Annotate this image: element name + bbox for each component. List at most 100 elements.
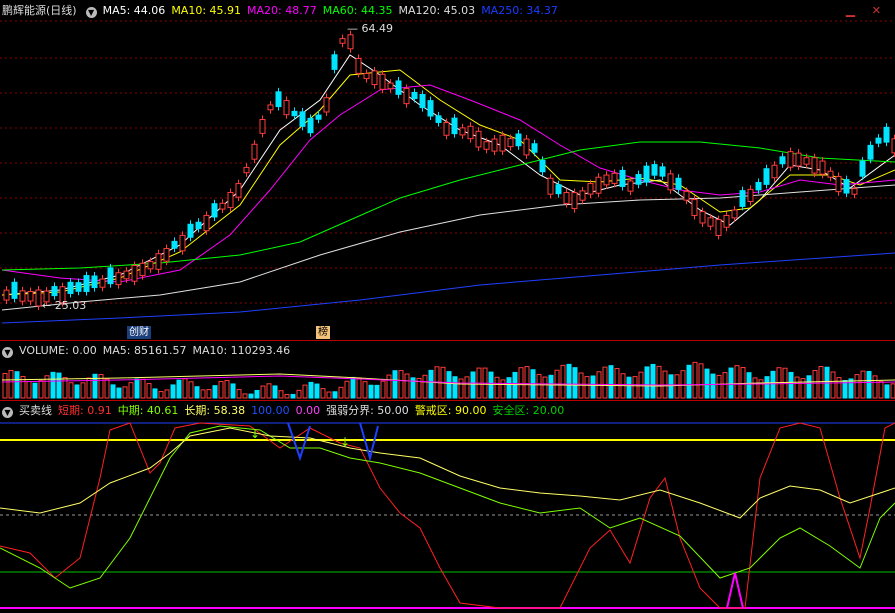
candle bbox=[747, 188, 754, 202]
volume-bar bbox=[140, 378, 146, 399]
short-term-value: 短期: 0.91 bbox=[58, 404, 112, 417]
candle bbox=[187, 223, 194, 238]
volume-bar bbox=[80, 382, 86, 399]
candle bbox=[419, 94, 426, 109]
volume-bar bbox=[560, 364, 566, 399]
candle bbox=[107, 267, 114, 285]
candle bbox=[403, 87, 410, 105]
volume-bar bbox=[866, 370, 872, 399]
candle bbox=[163, 247, 170, 262]
volume-bar bbox=[200, 389, 206, 399]
candle bbox=[563, 192, 570, 204]
level-100-value: 100.00 bbox=[251, 404, 290, 417]
indicator-chart[interactable]: ↓↓ bbox=[0, 418, 895, 613]
candle bbox=[587, 183, 594, 195]
volume-bar bbox=[128, 382, 134, 399]
event-badge-1[interactable]: 创财 bbox=[127, 326, 151, 339]
volume-bar bbox=[860, 370, 866, 399]
candle bbox=[763, 168, 770, 185]
volume-bar bbox=[542, 376, 548, 399]
volume-bar bbox=[590, 375, 596, 399]
volume-bar bbox=[794, 376, 800, 399]
volume-bar bbox=[704, 368, 710, 399]
candle bbox=[339, 38, 346, 44]
candle bbox=[315, 114, 322, 120]
volume-bar bbox=[422, 374, 428, 399]
price-panel-header: 鹏辉能源(日线) ▼ MA5: 44.06 MA10: 45.91 MA20: 48.7… bbox=[0, 3, 895, 19]
volume-bar bbox=[362, 381, 368, 399]
event-badge-2[interactable]: 榜 bbox=[316, 326, 330, 339]
candle bbox=[811, 157, 818, 174]
candle bbox=[451, 117, 458, 135]
minimize-icon[interactable]: ▁ bbox=[846, 3, 855, 18]
candle bbox=[75, 282, 82, 292]
volume-bar bbox=[854, 374, 860, 399]
volume-bar bbox=[50, 371, 56, 399]
candle bbox=[427, 100, 434, 117]
volume-bar bbox=[158, 391, 164, 399]
volume-bar bbox=[74, 384, 80, 399]
chevron-down-icon[interactable]: ▼ bbox=[2, 347, 13, 358]
candle bbox=[147, 261, 154, 270]
candle bbox=[635, 174, 642, 185]
volume-bar bbox=[512, 371, 518, 399]
candle bbox=[827, 170, 834, 178]
candle bbox=[547, 177, 554, 195]
candle bbox=[771, 164, 778, 179]
chevron-down-icon[interactable]: ▼ bbox=[2, 407, 13, 418]
volume-bar bbox=[326, 391, 332, 399]
candle bbox=[443, 122, 450, 136]
candle bbox=[699, 211, 706, 224]
candle bbox=[859, 160, 866, 177]
candle bbox=[843, 179, 850, 194]
candle bbox=[139, 262, 146, 277]
candle bbox=[803, 157, 810, 165]
ma5-value: MA5: 44.06 bbox=[102, 4, 166, 17]
volume-bar bbox=[836, 377, 842, 399]
volume-bar bbox=[116, 387, 122, 399]
volume-bar bbox=[890, 383, 895, 399]
volume-title: VOLUME: 0.00 bbox=[19, 344, 97, 357]
volume-bar bbox=[392, 370, 398, 399]
candle bbox=[707, 217, 714, 227]
candle bbox=[299, 111, 306, 127]
candle bbox=[379, 73, 386, 90]
volume-bar bbox=[374, 384, 380, 399]
volume-chart[interactable] bbox=[0, 360, 895, 400]
volume-bar bbox=[674, 374, 680, 399]
volume-bar bbox=[806, 375, 812, 399]
candle bbox=[675, 177, 682, 190]
volume-bar bbox=[884, 384, 890, 399]
candle bbox=[555, 184, 562, 195]
candle bbox=[491, 138, 498, 152]
candle bbox=[667, 173, 674, 191]
price-chart[interactable]: — 64.49 ← 25.03 bbox=[0, 20, 895, 340]
volume-bar bbox=[182, 378, 188, 399]
buy-arrow-icon: ↓ bbox=[340, 435, 350, 449]
candle bbox=[203, 214, 210, 232]
volume-bar bbox=[716, 374, 722, 399]
ma10-value: MA10: 45.91 bbox=[171, 4, 242, 17]
volume-bar bbox=[698, 363, 704, 399]
candle bbox=[603, 174, 610, 186]
candle bbox=[691, 199, 698, 216]
volume-bar bbox=[56, 372, 62, 399]
volume-bar bbox=[548, 374, 554, 399]
candle bbox=[395, 80, 402, 95]
volume-bar bbox=[536, 373, 542, 399]
close-icon[interactable]: ✕ bbox=[872, 3, 881, 19]
candle bbox=[355, 58, 362, 74]
candle bbox=[819, 160, 826, 175]
volume-bar bbox=[92, 373, 98, 399]
volume-bar bbox=[266, 383, 272, 399]
panel-divider bbox=[0, 400, 895, 401]
volume-bar bbox=[386, 374, 392, 399]
candle bbox=[91, 275, 98, 289]
volume-bar bbox=[188, 381, 194, 399]
volume-bar bbox=[572, 367, 578, 399]
volume-bar bbox=[344, 380, 350, 399]
candle bbox=[411, 91, 418, 100]
volume-bar bbox=[500, 379, 506, 399]
volume-bar bbox=[470, 371, 476, 399]
chevron-down-icon[interactable]: ▼ bbox=[85, 7, 97, 18]
